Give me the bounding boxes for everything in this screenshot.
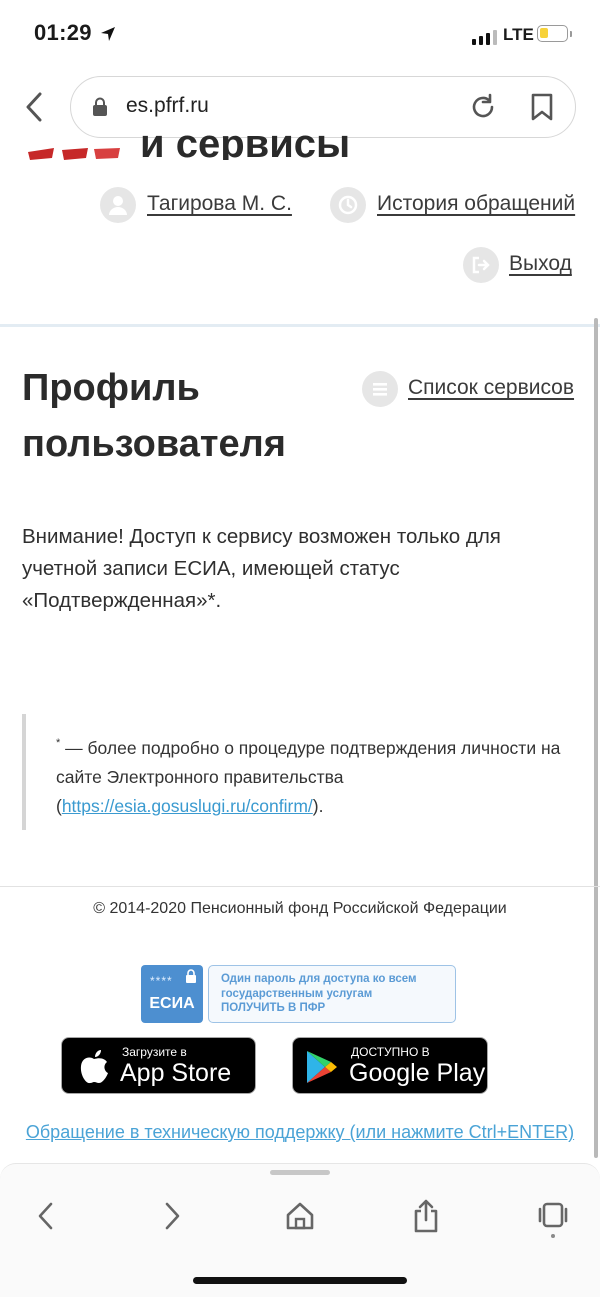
footer-divider — [0, 886, 600, 887]
apple-icon — [80, 1050, 108, 1084]
header-divider — [0, 324, 600, 327]
esia-badge[interactable]: **** ЕСИА — [141, 965, 203, 1023]
access-notice: Внимание! Доступ к сервису возможен толь… — [22, 525, 501, 612]
google-play-big: Google Play — [349, 1059, 486, 1087]
bookmark-icon[interactable] — [530, 93, 554, 121]
reload-icon[interactable] — [469, 93, 497, 121]
google-play-small: ДОСТУПНО В — [351, 1045, 430, 1059]
esia-line-1: Один пароль для доступа ко всем — [221, 973, 417, 985]
page-title: Профиль пользователя — [22, 367, 286, 465]
esia-line-3: ПОЛУЧИТЬ В ПФР — [221, 1002, 326, 1014]
history-link[interactable]: История обращений — [377, 192, 575, 216]
home-indicator[interactable] — [193, 1277, 407, 1284]
toolbar-grabber[interactable] — [270, 1170, 330, 1175]
tabs-indicator-dot — [551, 1234, 555, 1238]
tabs-icon[interactable] — [537, 1200, 569, 1232]
services-list-link[interactable]: Список сервисов — [408, 376, 574, 400]
network-type: LTE — [503, 25, 534, 44]
confirmation-note: * — более подробно о процедуре подтвержд… — [56, 729, 576, 821]
list-icon — [362, 371, 398, 407]
google-play-icon — [307, 1051, 337, 1083]
site-title-partial: и сервисы ПФР — [140, 116, 440, 160]
site-logo — [28, 148, 120, 160]
toolbar-back-icon[interactable] — [34, 1200, 58, 1232]
battery-icon — [537, 25, 568, 42]
share-icon[interactable] — [412, 1198, 440, 1234]
app-store-button[interactable]: Загрузите в App Store — [61, 1037, 256, 1094]
app-store-small: Загрузите в — [122, 1045, 187, 1059]
battery-tip — [570, 31, 572, 37]
esia-lock-icon — [186, 969, 196, 983]
user-name-link[interactable]: Тагирова М. С. — [147, 192, 292, 216]
app-store-big: App Store — [120, 1059, 232, 1087]
lock-icon — [93, 97, 107, 116]
status-time: 01:29 — [34, 20, 92, 45]
user-icon — [100, 187, 136, 223]
home-icon[interactable] — [285, 1200, 315, 1232]
logout-icon — [463, 247, 499, 283]
note-quote-bar — [22, 714, 26, 830]
history-icon — [330, 187, 366, 223]
esia-confirm-link[interactable]: https://esia.gosuslugi.ru/confirm/ — [62, 796, 313, 816]
google-play-button[interactable]: ДОСТУПНО В Google Play — [292, 1037, 488, 1094]
esia-line-2: государственным услугам — [221, 988, 373, 1000]
logout-link[interactable]: Выход — [509, 252, 572, 276]
location-arrow-icon — [101, 27, 115, 41]
esia-info-panel[interactable]: Один пароль для доступа ко всем государс… — [208, 965, 456, 1023]
url-text[interactable]: es.pfrf.ru — [126, 94, 209, 118]
esia-label: ЕСИА — [149, 995, 195, 1012]
tech-support-link[interactable]: Обращение в техническую поддержку (или н… — [0, 1122, 600, 1143]
esia-stars: **** — [150, 974, 173, 988]
signal-icon — [472, 30, 497, 45]
note-after: ). — [312, 796, 324, 816]
page-scrollbar[interactable] — [594, 318, 598, 1158]
back-icon[interactable] — [22, 92, 48, 122]
site-title-text: и сервисы ПФР — [140, 122, 351, 160]
forward-icon[interactable] — [160, 1200, 184, 1232]
copyright: © 2014-2020 Пенсионный фонд Российской Ф… — [93, 900, 507, 917]
